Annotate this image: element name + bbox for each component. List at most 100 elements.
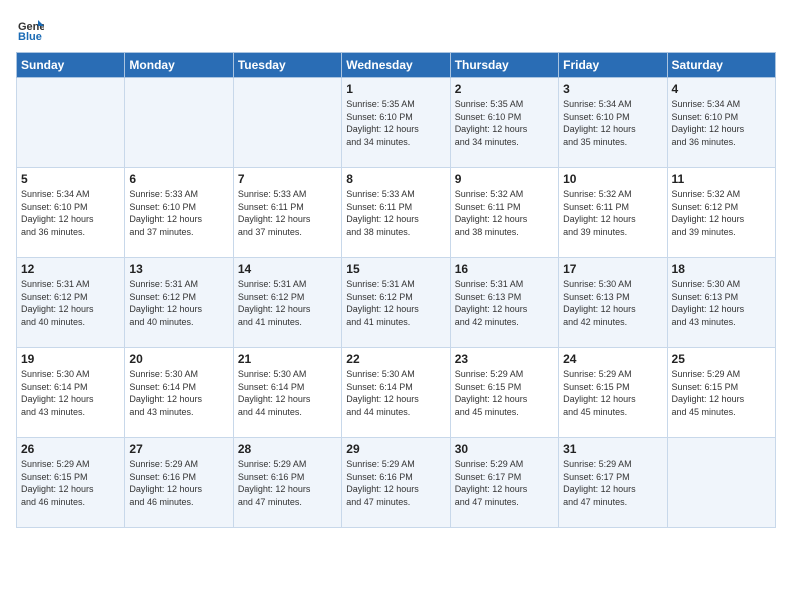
- day-number: 9: [455, 172, 554, 186]
- logo: General Blue: [16, 16, 48, 44]
- calendar-cell: 25 Sunrise: 5:29 AM Sunset: 6:15 PM Dayli…: [667, 348, 775, 438]
- day-info: Sunrise: 5:29 AM Sunset: 6:17 PM Dayligh…: [455, 458, 554, 508]
- calendar-week-5: 26 Sunrise: 5:29 AM Sunset: 6:15 PM Dayli…: [17, 438, 776, 528]
- calendar-cell: 31 Sunrise: 5:29 AM Sunset: 6:17 PM Dayli…: [559, 438, 667, 528]
- day-info: Sunrise: 5:30 AM Sunset: 6:14 PM Dayligh…: [21, 368, 120, 418]
- calendar-cell: 15 Sunrise: 5:31 AM Sunset: 6:12 PM Dayli…: [342, 258, 450, 348]
- day-number: 11: [672, 172, 771, 186]
- calendar-cell: 26 Sunrise: 5:29 AM Sunset: 6:15 PM Dayli…: [17, 438, 125, 528]
- day-number: 19: [21, 352, 120, 366]
- calendar-cell: 17Sunrise: 5:30 AM Sunset: 6:13 PM Dayli…: [559, 258, 667, 348]
- day-info: Sunrise: 5:30 AM Sunset: 6:14 PM Dayligh…: [238, 368, 337, 418]
- calendar-cell: 8Sunrise: 5:33 AM Sunset: 6:11 PM Daylig…: [342, 168, 450, 258]
- day-number: 26: [21, 442, 120, 456]
- calendar-cell: 12 Sunrise: 5:31 AM Sunset: 6:12 PM Dayli…: [17, 258, 125, 348]
- calendar-cell: 28Sunrise: 5:29 AM Sunset: 6:16 PM Dayli…: [233, 438, 341, 528]
- day-info: Sunrise: 5:29 AM Sunset: 6:17 PM Dayligh…: [563, 458, 662, 508]
- day-info: Sunrise: 5:31 AM Sunset: 6:12 PM Dayligh…: [346, 278, 445, 328]
- day-number: 28: [238, 442, 337, 456]
- calendar-cell: [17, 78, 125, 168]
- day-info: Sunrise: 5:35 AM Sunset: 6:10 PM Dayligh…: [455, 98, 554, 148]
- day-info: Sunrise: 5:35 AM Sunset: 6:10 PM Dayligh…: [346, 98, 445, 148]
- calendar-cell: [667, 438, 775, 528]
- calendar-cell: 19 Sunrise: 5:30 AM Sunset: 6:14 PM Dayli…: [17, 348, 125, 438]
- day-number: 27: [129, 442, 228, 456]
- day-number: 2: [455, 82, 554, 96]
- calendar-table: SundayMondayTuesdayWednesdayThursdayFrid…: [16, 52, 776, 528]
- calendar-week-3: 12 Sunrise: 5:31 AM Sunset: 6:12 PM Dayli…: [17, 258, 776, 348]
- day-number: 25: [672, 352, 771, 366]
- day-info: Sunrise: 5:34 AM Sunset: 6:10 PM Dayligh…: [672, 98, 771, 148]
- calendar-cell: 7 Sunrise: 5:33 AM Sunset: 6:11 PM Daylig…: [233, 168, 341, 258]
- calendar-cell: [125, 78, 233, 168]
- calendar-cell: 4Sunrise: 5:34 AM Sunset: 6:10 PM Daylig…: [667, 78, 775, 168]
- header: General Blue: [16, 16, 776, 44]
- day-info: Sunrise: 5:32 AM Sunset: 6:12 PM Dayligh…: [672, 188, 771, 238]
- day-number: 14: [238, 262, 337, 276]
- calendar-cell: [233, 78, 341, 168]
- calendar-week-2: 5 Sunrise: 5:34 AM Sunset: 6:10 PM Daylig…: [17, 168, 776, 258]
- day-info: Sunrise: 5:29 AM Sunset: 6:15 PM Dayligh…: [21, 458, 120, 508]
- calendar-cell: 16Sunrise: 5:31 AM Sunset: 6:13 PM Dayli…: [450, 258, 558, 348]
- weekday-header-sunday: Sunday: [17, 53, 125, 78]
- day-info: Sunrise: 5:31 AM Sunset: 6:12 PM Dayligh…: [238, 278, 337, 328]
- day-info: Sunrise: 5:32 AM Sunset: 6:11 PM Dayligh…: [563, 188, 662, 238]
- day-number: 5: [21, 172, 120, 186]
- day-number: 22: [346, 352, 445, 366]
- calendar-cell: 6Sunrise: 5:33 AM Sunset: 6:10 PM Daylig…: [125, 168, 233, 258]
- day-info: Sunrise: 5:33 AM Sunset: 6:10 PM Dayligh…: [129, 188, 228, 238]
- calendar-cell: 30 Sunrise: 5:29 AM Sunset: 6:17 PM Dayli…: [450, 438, 558, 528]
- day-info: Sunrise: 5:31 AM Sunset: 6:12 PM Dayligh…: [21, 278, 120, 328]
- day-info: Sunrise: 5:33 AM Sunset: 6:11 PM Dayligh…: [346, 188, 445, 238]
- day-info: Sunrise: 5:34 AM Sunset: 6:10 PM Dayligh…: [563, 98, 662, 148]
- calendar-cell: 27 Sunrise: 5:29 AM Sunset: 6:16 PM Dayli…: [125, 438, 233, 528]
- calendar-cell: 14 Sunrise: 5:31 AM Sunset: 6:12 PM Dayli…: [233, 258, 341, 348]
- day-number: 7: [238, 172, 337, 186]
- day-number: 3: [563, 82, 662, 96]
- day-number: 23: [455, 352, 554, 366]
- calendar-week-4: 19 Sunrise: 5:30 AM Sunset: 6:14 PM Dayli…: [17, 348, 776, 438]
- day-info: Sunrise: 5:31 AM Sunset: 6:12 PM Dayligh…: [129, 278, 228, 328]
- day-info: Sunrise: 5:29 AM Sunset: 6:15 PM Dayligh…: [455, 368, 554, 418]
- day-info: Sunrise: 5:29 AM Sunset: 6:15 PM Dayligh…: [672, 368, 771, 418]
- weekday-header-thursday: Thursday: [450, 53, 558, 78]
- day-info: Sunrise: 5:29 AM Sunset: 6:15 PM Dayligh…: [563, 368, 662, 418]
- day-number: 29: [346, 442, 445, 456]
- weekday-header-saturday: Saturday: [667, 53, 775, 78]
- calendar-cell: 13 Sunrise: 5:31 AM Sunset: 6:12 PM Dayli…: [125, 258, 233, 348]
- day-number: 20: [129, 352, 228, 366]
- day-number: 31: [563, 442, 662, 456]
- calendar-cell: 23 Sunrise: 5:29 AM Sunset: 6:15 PM Dayli…: [450, 348, 558, 438]
- day-info: Sunrise: 5:33 AM Sunset: 6:11 PM Dayligh…: [238, 188, 337, 238]
- day-number: 24: [563, 352, 662, 366]
- day-number: 13: [129, 262, 228, 276]
- day-number: 1: [346, 82, 445, 96]
- day-number: 30: [455, 442, 554, 456]
- weekday-header-friday: Friday: [559, 53, 667, 78]
- calendar-cell: 20 Sunrise: 5:30 AM Sunset: 6:14 PM Dayli…: [125, 348, 233, 438]
- day-info: Sunrise: 5:30 AM Sunset: 6:14 PM Dayligh…: [129, 368, 228, 418]
- day-info: Sunrise: 5:34 AM Sunset: 6:10 PM Dayligh…: [21, 188, 120, 238]
- day-number: 15: [346, 262, 445, 276]
- calendar-cell: 29 Sunrise: 5:29 AM Sunset: 6:16 PM Dayli…: [342, 438, 450, 528]
- day-info: Sunrise: 5:30 AM Sunset: 6:13 PM Dayligh…: [563, 278, 662, 328]
- weekday-header-wednesday: Wednesday: [342, 53, 450, 78]
- day-number: 21: [238, 352, 337, 366]
- day-info: Sunrise: 5:29 AM Sunset: 6:16 PM Dayligh…: [346, 458, 445, 508]
- calendar-cell: 5 Sunrise: 5:34 AM Sunset: 6:10 PM Daylig…: [17, 168, 125, 258]
- day-info: Sunrise: 5:30 AM Sunset: 6:13 PM Dayligh…: [672, 278, 771, 328]
- calendar-week-1: 1 Sunrise: 5:35 AM Sunset: 6:10 PM Daylig…: [17, 78, 776, 168]
- logo-icon: General Blue: [16, 16, 44, 44]
- day-number: 12: [21, 262, 120, 276]
- calendar-cell: 18 Sunrise: 5:30 AM Sunset: 6:13 PM Dayli…: [667, 258, 775, 348]
- calendar-cell: 22Sunrise: 5:30 AM Sunset: 6:14 PM Dayli…: [342, 348, 450, 438]
- calendar-cell: 2 Sunrise: 5:35 AM Sunset: 6:10 PM Daylig…: [450, 78, 558, 168]
- day-number: 18: [672, 262, 771, 276]
- day-number: 10: [563, 172, 662, 186]
- day-info: Sunrise: 5:29 AM Sunset: 6:16 PM Dayligh…: [129, 458, 228, 508]
- calendar-cell: 24 Sunrise: 5:29 AM Sunset: 6:15 PM Dayli…: [559, 348, 667, 438]
- calendar-cell: 21 Sunrise: 5:30 AM Sunset: 6:14 PM Dayli…: [233, 348, 341, 438]
- weekday-header-monday: Monday: [125, 53, 233, 78]
- calendar-cell: 11 Sunrise: 5:32 AM Sunset: 6:12 PM Dayli…: [667, 168, 775, 258]
- weekday-header-row: SundayMondayTuesdayWednesdayThursdayFrid…: [17, 53, 776, 78]
